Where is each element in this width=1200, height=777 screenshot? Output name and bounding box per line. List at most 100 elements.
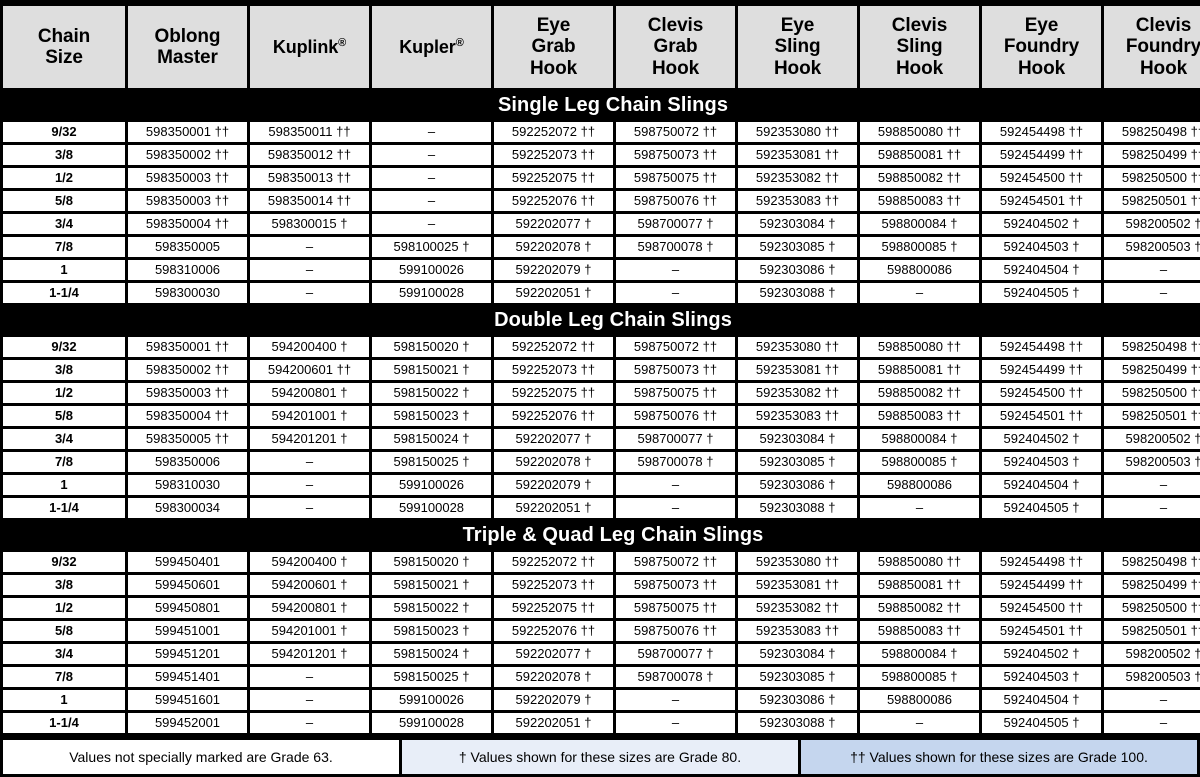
part-number-cell: 598350002 †† (128, 145, 247, 165)
part-number-cell: 598250501 †† (1104, 406, 1200, 426)
part-number-cell: 592252072 †† (494, 337, 613, 357)
part-number-cell: 598750073 †† (616, 575, 735, 595)
part-number-cell: 592252075 †† (494, 168, 613, 188)
column-header-chain_size: Chain Size (3, 6, 125, 88)
part-number-cell: – (860, 283, 979, 303)
table-row: 5/8 598350004 †† 594201001 † 598150023 † 592… (3, 406, 1200, 426)
part-number-cell: – (860, 498, 979, 518)
part-number-cell: 592303085 † (738, 452, 857, 472)
part-number-cell: – (372, 214, 491, 234)
part-number-cell: – (616, 260, 735, 280)
part-number-cell: 598850082 †† (860, 598, 979, 618)
column-header-line: Oblong (154, 25, 221, 47)
column-header-line: Hook (651, 57, 700, 79)
part-number-cell: 598800084 † (860, 644, 979, 664)
part-number-cell: 592404505 † (982, 713, 1101, 733)
table-row: 1-1/4 599452001–599100028 592202051 † –5923… (3, 713, 1200, 733)
table-row: 7/8 599451401–598150025 † 592202078 † 59870… (3, 667, 1200, 687)
part-number-cell: 594201001 † (250, 406, 369, 426)
part-number-cell: 598200503 † (1104, 452, 1200, 472)
part-number-cell: 594200601 † (250, 575, 369, 595)
part-number-cell: 598200503 † (1104, 237, 1200, 257)
column-header-kuplink: Kuplink® (250, 6, 369, 88)
legend-item-grade-80: † Values shown for these sizes are Grade… (402, 740, 798, 774)
part-number-cell: 592303086 † (738, 690, 857, 710)
section-title: Double Leg Chain Slings (3, 306, 1200, 334)
part-number-cell: 599451201 (128, 644, 247, 664)
part-number-cell: 598750073 †† (616, 360, 735, 380)
parts-table: Chain Size Oblong Master Kuplink® Kupler® Eye G… (0, 3, 1200, 736)
part-number-cell: – (1104, 475, 1200, 495)
part-number-cell: 592252076 †† (494, 191, 613, 211)
part-number-cell: 598350003 †† (128, 191, 247, 211)
part-number-cell: 594200801 † (250, 598, 369, 618)
chain-size-cell: 1/2 (3, 383, 125, 403)
table-row: 9/32 598350001 †† 594200400 † 598150020 † 59… (3, 337, 1200, 357)
part-number-cell: 592353080 †† (738, 122, 857, 142)
part-number-cell: 598750075 †† (616, 383, 735, 403)
part-number-cell: 598250500 †† (1104, 598, 1200, 618)
part-number-cell: 592353083 †† (738, 621, 857, 641)
part-number-cell: 592303084 † (738, 214, 857, 234)
part-number-cell: – (1104, 690, 1200, 710)
column-header-line: Grab (531, 36, 576, 58)
column-header-line: Eye (780, 15, 815, 37)
part-number-cell: 592303085 † (738, 237, 857, 257)
part-number-cell: 592303088 † (738, 283, 857, 303)
column-header-line: Hook (529, 57, 578, 79)
part-number-cell: 598200502 † (1104, 429, 1200, 449)
part-number-cell: 599451401 (128, 667, 247, 687)
part-number-cell: 592252075 †† (494, 383, 613, 403)
column-header-line: Chain (37, 25, 91, 47)
part-number-cell: 594200601 †† (250, 360, 369, 380)
part-number-cell: – (250, 260, 369, 280)
part-number-cell: 598150021 † (372, 575, 491, 595)
part-number-cell: 598250499 †† (1104, 575, 1200, 595)
part-number-cell: 598750076 †† (616, 406, 735, 426)
chain-size-cell: 7/8 (3, 667, 125, 687)
part-number-cell: 598750076 †† (616, 621, 735, 641)
chain-sling-part-number-table: Chain Size Oblong Master Kuplink® Kupler® Eye G… (0, 0, 1200, 774)
part-number-cell: 599450401 (128, 552, 247, 572)
part-number-cell: 598350003 †† (128, 383, 247, 403)
table-row: 3/8 599450601 594200601 † 598150021 † 592252… (3, 575, 1200, 595)
part-number-cell: 592353081 †† (738, 575, 857, 595)
part-number-cell: 598250500 †† (1104, 168, 1200, 188)
part-number-cell: 592202079 † (494, 475, 613, 495)
column-header-line: Clevis (891, 15, 948, 37)
column-header-line: Size (45, 47, 83, 68)
column-header-line: Eye (536, 15, 571, 37)
part-number-cell: – (250, 283, 369, 303)
part-number-cell: 598800085 † (860, 452, 979, 472)
part-number-cell: 599100026 (372, 690, 491, 710)
table-row: 1-1/4 598300030–599100028 592202051 † –5923… (3, 283, 1200, 303)
part-number-cell: – (616, 498, 735, 518)
part-number-cell: 594200400 † (250, 337, 369, 357)
part-number-cell: 592404505 † (982, 498, 1101, 518)
chain-size-cell: 3/8 (3, 575, 125, 595)
part-number-cell: 598750076 †† (616, 191, 735, 211)
part-number-cell: 598150022 † (372, 383, 491, 403)
chain-size-cell: 1 (3, 475, 125, 495)
part-number-cell: 598850083 †† (860, 191, 979, 211)
part-number-cell: 592202077 † (494, 644, 613, 664)
table-row: 5/8 598350003 †† 598350014 †† –592252076 ††… (3, 191, 1200, 211)
chain-size-cell: 5/8 (3, 406, 125, 426)
part-number-cell: 598850081 †† (860, 360, 979, 380)
part-number-cell: 592202051 † (494, 713, 613, 733)
chain-size-cell: 1-1/4 (3, 498, 125, 518)
part-number-cell: – (372, 168, 491, 188)
part-number-cell: 592202079 † (494, 260, 613, 280)
grade-legend: Values not specially marked are Grade 63… (0, 740, 1200, 777)
table-row: 7/8 598350005–598100025 † 592202078 † 59870… (3, 237, 1200, 257)
chain-size-cell: 9/32 (3, 552, 125, 572)
part-number-cell: 598350002 †† (128, 360, 247, 380)
part-number-cell: 598310006 (128, 260, 247, 280)
part-number-cell: 592353082 †† (738, 383, 857, 403)
table-row: 9/32 598350001 †† 598350011 †† –592252072 †… (3, 122, 1200, 142)
part-number-cell: 592404503 † (982, 237, 1101, 257)
part-number-cell: 598150020 † (372, 337, 491, 357)
part-number-cell: 598700077 † (616, 644, 735, 664)
table-row: 1 598310006–599100026 592202079 † –59230308… (3, 260, 1200, 280)
part-number-cell: 598250499 †† (1104, 360, 1200, 380)
